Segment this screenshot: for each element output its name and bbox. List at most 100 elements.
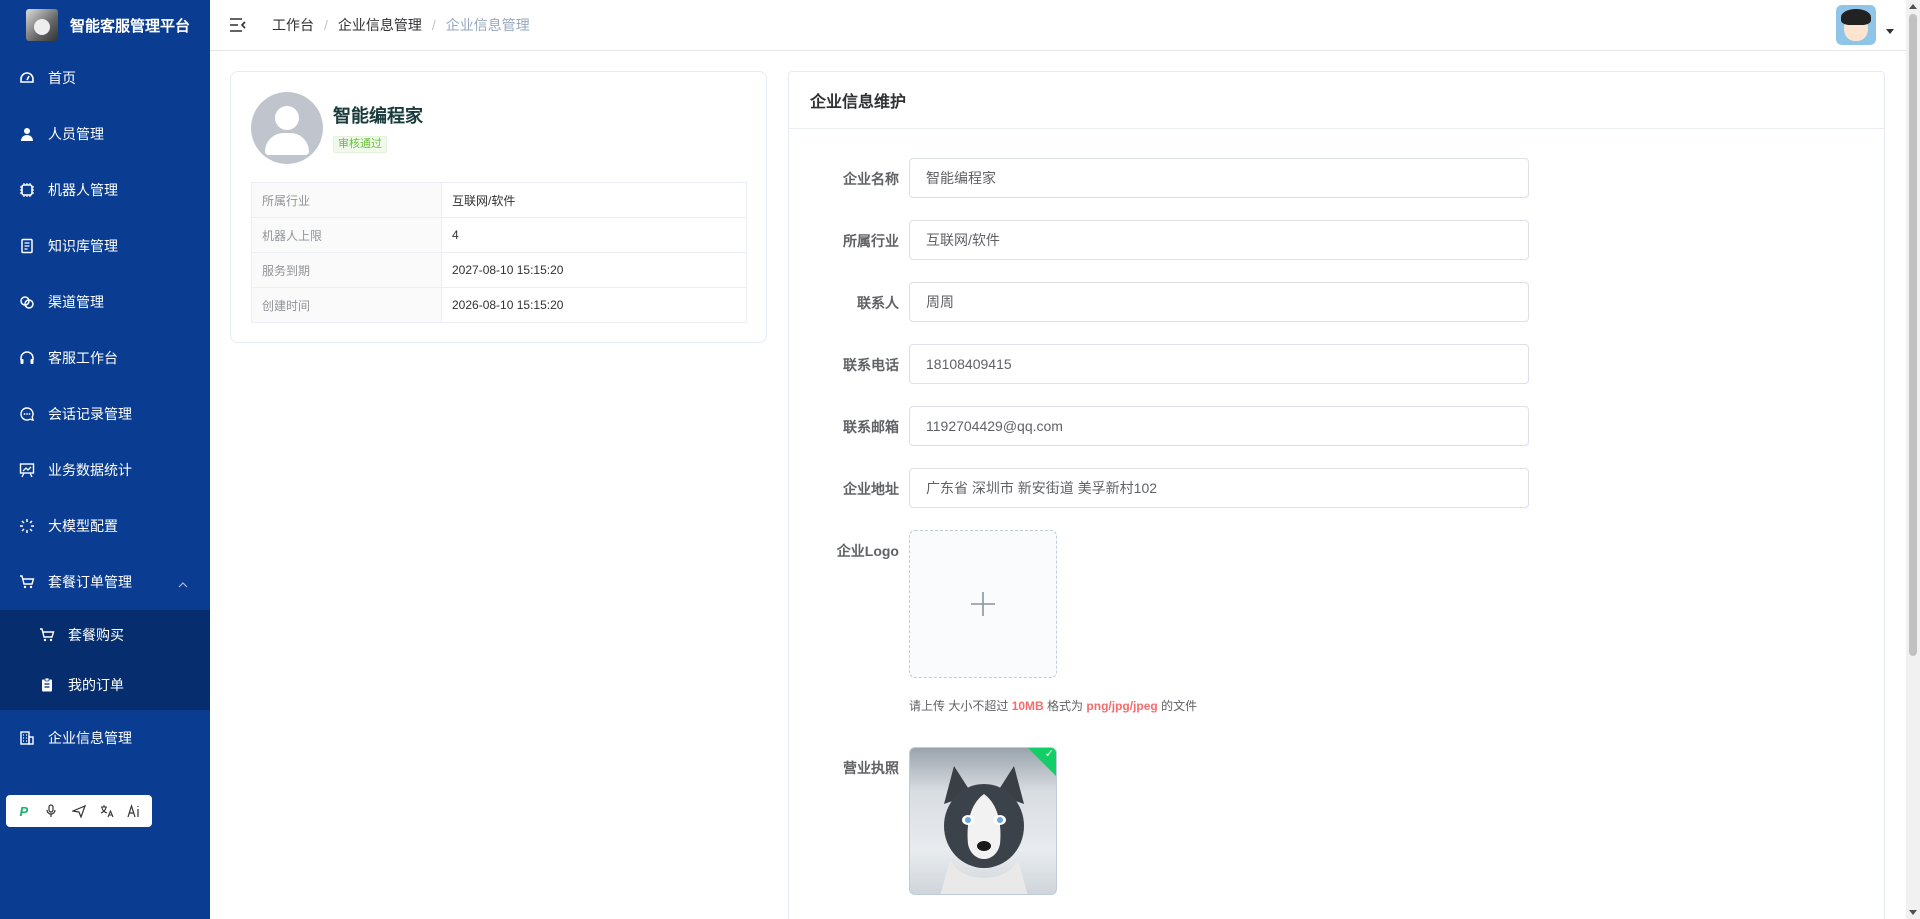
orders-submenu: 套餐购买 我的订单 [0, 610, 210, 710]
user-icon [18, 125, 36, 143]
scroll-thumb[interactable] [1909, 14, 1917, 656]
sidebar-item-label: 我的订单 [68, 677, 124, 693]
cart-icon [38, 626, 56, 644]
business-license-image[interactable]: ✓ [909, 747, 1057, 895]
form-label: 企业名称 [843, 171, 899, 187]
dashboard-icon [18, 69, 36, 87]
chat-icon [18, 405, 36, 423]
table-cell-value: 4 [441, 217, 747, 253]
book-icon [18, 237, 36, 255]
table-cell-value: 2027-08-10 15:15:20 [441, 252, 747, 288]
logo-upload[interactable] [909, 530, 1057, 678]
send-icon[interactable] [69, 801, 89, 821]
breadcrumb-separator: / [324, 17, 328, 33]
app-title: 智能客服管理平台 [70, 17, 191, 35]
phone-input[interactable]: 18108409415 [909, 344, 1529, 384]
sidebar-item-label: 机器人管理 [48, 182, 118, 198]
check-icon: ✓ [1044, 748, 1054, 760]
upload-tip: 请上传 大小不超过 10MB 格式为 png/jpg/jpeg 的文件 [909, 699, 1198, 713]
enterprise-name: 智能编程家 [333, 106, 423, 126]
industry-input[interactable]: 互联网/软件 [909, 220, 1529, 260]
plus-icon [971, 592, 995, 616]
sidebar-item-package-purchase[interactable]: 套餐购买 [0, 610, 210, 660]
loading-icon [18, 517, 36, 535]
form-title: 企业信息维护 [789, 72, 1884, 129]
sidebar-item-my-orders[interactable]: 我的订单 [0, 660, 210, 710]
sidebar-item-label: 套餐购买 [68, 627, 124, 643]
table-row: 服务到期 2027-08-10 15:15:20 [251, 252, 747, 288]
form-label: 企业Logo [836, 543, 899, 559]
enterprise-profile-card: 智能编程家 审核通过 所属行业 互联网/软件 机器人上限 4 服务到期 2027… [230, 71, 767, 343]
clipboard-icon [38, 676, 56, 694]
hamburger-icon[interactable] [228, 15, 248, 35]
form-label: 所属行业 [843, 233, 899, 249]
sidebar-item-label: 知识库管理 [48, 238, 118, 254]
avatar[interactable] [1836, 5, 1876, 45]
table-cell-value: 互联网/软件 [441, 182, 747, 218]
table-cell-key: 机器人上限 [251, 217, 442, 253]
sidebar-item-channel[interactable]: 渠道管理 [0, 274, 210, 330]
sidebar-item-sessions[interactable]: 会话记录管理 [0, 386, 210, 442]
sidebar-item-label: 会话记录管理 [48, 406, 132, 422]
enterprise-avatar [251, 92, 323, 164]
sidebar-item-statistics[interactable]: 业务数据统计 [0, 442, 210, 498]
table-row: 创建时间 2026-08-10 15:15:20 [251, 287, 747, 323]
form-label: 企业地址 [843, 481, 899, 497]
sidebar-item-label: 渠道管理 [48, 294, 104, 310]
email-input[interactable]: 1192704429@qq.com [909, 406, 1529, 446]
chevron-up-icon [178, 576, 188, 592]
headset-icon [18, 349, 36, 367]
top-navbar: 工作台 / 企业信息管理 / 企业信息管理 [210, 0, 1920, 51]
ai-text-icon[interactable] [124, 801, 144, 821]
scroll-up-arrow-icon[interactable] [1909, 4, 1917, 9]
sidebar-item-label: 人员管理 [48, 126, 104, 142]
page-scrollbar[interactable] [1906, 0, 1920, 919]
sidebar-item-label: 首页 [48, 70, 76, 86]
sidebar-item-orders[interactable]: 套餐订单管理 [0, 554, 210, 610]
sidebar-item-robot[interactable]: 机器人管理 [0, 162, 210, 218]
breadcrumb-item-current: 企业信息管理 [445, 17, 530, 33]
breadcrumb-separator: / [431, 17, 436, 33]
p-logo-icon[interactable]: P [14, 801, 34, 821]
form-label: 联系电话 [843, 357, 899, 373]
enterprise-form-card: 企业信息维护 企业名称 智能编程家 所属行业 互联网/软件 联系人 周周 联系电… [788, 71, 1885, 919]
enterprise-name-input[interactable]: 智能编程家 [909, 158, 1529, 198]
sidebar-item-label: 套餐订单管理 [48, 574, 132, 590]
sidebar-item-home[interactable]: 首页 [0, 50, 210, 106]
table-cell-key: 创建时间 [251, 287, 442, 323]
breadcrumb-item[interactable]: 工作台 [272, 15, 314, 35]
sidebar-item-service-desk[interactable]: 客服工作台 [0, 330, 210, 386]
floating-toolbar: P [6, 795, 152, 827]
scroll-down-arrow-icon[interactable] [1909, 910, 1917, 915]
brand[interactable]: 智能客服管理平台 [0, 0, 210, 50]
sidebar-item-label: 企业信息管理 [48, 730, 132, 746]
table-row: 机器人上限 4 [251, 217, 747, 253]
form-label: 营业执照 [843, 760, 899, 776]
chart-board-icon [18, 461, 36, 479]
sidebar: 智能客服管理平台 首页 人员管理 机器人管理 知识库管理 渠道管理 客服工作台 … [0, 0, 210, 919]
address-input[interactable]: 广东省 深圳市 新安街道 美孚新村102 [909, 468, 1529, 508]
sidebar-item-staff[interactable]: 人员管理 [0, 106, 210, 162]
cart-icon [18, 573, 36, 591]
breadcrumb-item[interactable]: 企业信息管理 [338, 15, 422, 35]
caret-down-icon[interactable] [1886, 29, 1894, 34]
contact-input[interactable]: 周周 [909, 282, 1529, 322]
table-cell-key: 所属行业 [251, 182, 442, 218]
cpu-icon [18, 181, 36, 199]
office-building-icon [18, 729, 36, 747]
table-row: 所属行业 互联网/软件 [251, 182, 747, 218]
sidebar-item-enterprise[interactable]: 企业信息管理 [0, 710, 210, 766]
microphone-icon[interactable] [41, 801, 61, 821]
link-icon [18, 293, 36, 311]
enterprise-info-table: 所属行业 互联网/软件 机器人上限 4 服务到期 2027-08-10 15:1… [251, 182, 747, 323]
sidebar-item-label: 业务数据统计 [48, 462, 132, 478]
sidebar-item-label: 大模型配置 [48, 518, 118, 534]
sidebar-item-label: 客服工作台 [48, 350, 118, 366]
form-label: 联系邮箱 [843, 419, 899, 435]
brand-logo [26, 9, 58, 41]
table-cell-key: 服务到期 [251, 252, 442, 288]
table-cell-value: 2026-08-10 15:15:20 [441, 287, 747, 323]
translate-icon[interactable] [97, 801, 117, 821]
sidebar-item-knowledge[interactable]: 知识库管理 [0, 218, 210, 274]
sidebar-item-llm-config[interactable]: 大模型配置 [0, 498, 210, 554]
